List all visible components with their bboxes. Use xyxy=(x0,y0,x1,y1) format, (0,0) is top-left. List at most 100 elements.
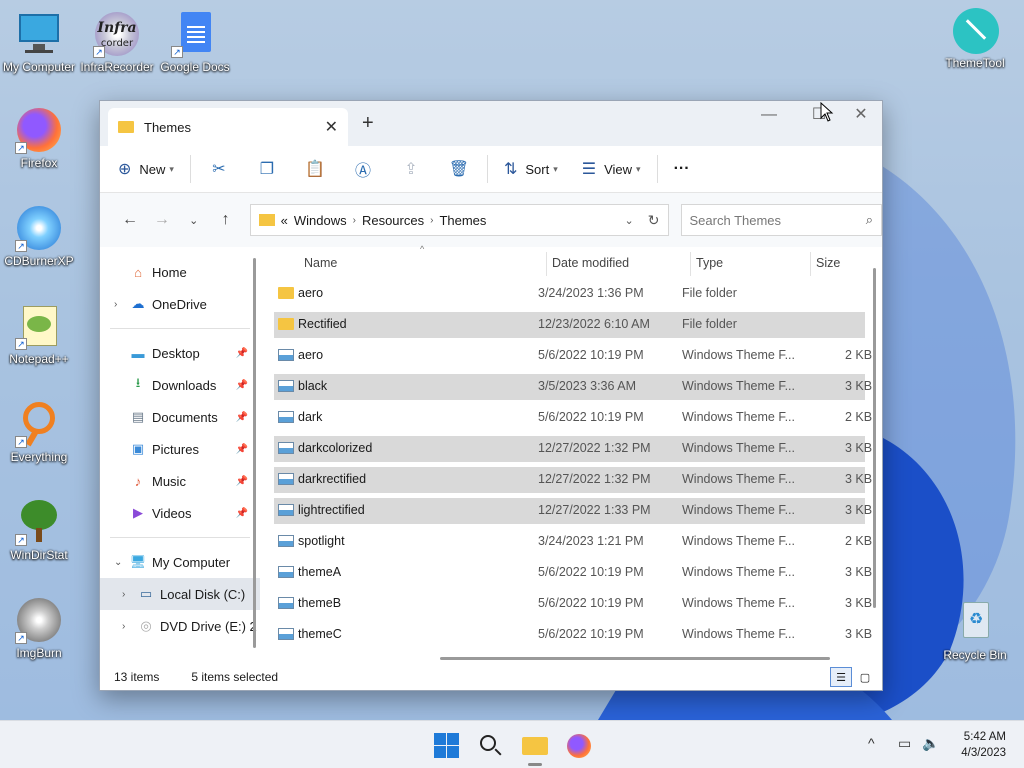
search-box[interactable]: Search Themes ⌕ xyxy=(680,204,882,236)
minimize-button[interactable]: — xyxy=(746,105,792,125)
rename-icon[interactable]: Ⓐ xyxy=(351,157,375,181)
pin-icon[interactable]: 📌 xyxy=(236,348,248,359)
up-arrow-icon[interactable]: ↑ xyxy=(210,211,242,229)
file-explorer-taskbar-icon[interactable] xyxy=(522,733,548,766)
back-arrow-icon[interactable]: ← xyxy=(114,211,146,229)
file-row[interactable]: aero 5/6/2022 10:19 PM Windows Theme F..… xyxy=(274,343,872,369)
pin-icon[interactable]: 📌 xyxy=(236,412,248,423)
sidebar-item-music[interactable]: ♪ Music 📌 xyxy=(100,465,260,497)
new-tab-button[interactable]: + xyxy=(362,112,374,135)
pin-icon[interactable]: 📌 xyxy=(236,444,248,455)
column-divider[interactable] xyxy=(546,252,547,276)
breadcrumb-resources[interactable]: Resources xyxy=(362,213,424,228)
firefox-taskbar-icon[interactable] xyxy=(566,733,592,759)
desktop-icon-everything[interactable]: ↗ Everything xyxy=(0,400,78,464)
sort-button[interactable]: ⇅ Sort ▾ xyxy=(504,159,558,179)
chevron-right-icon[interactable]: › xyxy=(353,215,356,226)
desktop-icon-cdburnerxp[interactable]: ↗ CDBurnerXP xyxy=(0,204,78,268)
breadcrumb-overflow[interactable]: « xyxy=(281,213,288,228)
search-icon[interactable] xyxy=(478,733,504,759)
pin-icon[interactable]: 📌 xyxy=(236,508,248,519)
refresh-icon[interactable]: ↻ xyxy=(648,212,660,229)
file-row[interactable]: themeB 5/6/2022 10:19 PM Windows Theme F… xyxy=(274,591,872,617)
horizontal-scrollbar[interactable] xyxy=(440,657,830,660)
file-type: Windows Theme F... xyxy=(682,565,796,579)
theme-file-icon xyxy=(278,535,294,547)
pin-icon[interactable]: 📌 xyxy=(236,476,248,487)
breadcrumb-themes[interactable]: Themes xyxy=(439,213,486,228)
file-row[interactable]: lightrectified 12/27/2022 1:33 PM Window… xyxy=(274,498,872,524)
view-button[interactable]: ☰ View ▾ xyxy=(582,159,641,179)
sidebar-item-home[interactable]: ⌂ Home xyxy=(100,256,260,288)
forward-arrow-icon[interactable]: → xyxy=(146,211,178,229)
sidebar-item-documents[interactable]: ▤ Documents 📌 xyxy=(100,401,260,433)
chevron-down-icon[interactable]: ⌄ xyxy=(114,557,130,568)
file-row[interactable]: themeA 5/6/2022 10:19 PM Windows Theme F… xyxy=(274,560,872,586)
paste-icon[interactable]: 📋 xyxy=(303,157,327,181)
column-header-type[interactable]: Type xyxy=(696,256,723,270)
file-row[interactable]: Rectified 12/23/2022 6:10 AM File folder xyxy=(274,312,865,338)
desktop-icon-imgburn[interactable]: ↗ ImgBurn xyxy=(0,596,78,660)
sidebar-item-pictures[interactable]: ▣ Pictures 📌 xyxy=(100,433,260,465)
tiles-view-icon[interactable]: ▢ xyxy=(854,667,876,687)
address-history-chevron-icon[interactable]: ⌄ xyxy=(625,214,634,227)
desktop-icon-notepadpp[interactable]: ↗ Notepad++ xyxy=(0,302,78,366)
sidebar-item-desktop[interactable]: ▬ Desktop 📌 xyxy=(100,337,260,369)
file-row[interactable]: dark 5/6/2022 10:19 PM Windows Theme F..… xyxy=(274,405,872,431)
delete-icon[interactable]: 🗑 xyxy=(447,157,471,181)
column-divider[interactable] xyxy=(810,252,811,276)
details-view-icon[interactable]: ☰ xyxy=(830,667,852,687)
column-header-date[interactable]: Date modified xyxy=(552,256,629,270)
share-icon[interactable]: ⇪ xyxy=(399,157,423,181)
chevron-right-icon[interactable]: › xyxy=(114,299,130,310)
sidebar-item-my-computer[interactable]: ⌄ 🖥 My Computer xyxy=(100,546,260,578)
new-button[interactable]: ⊕ New ▾ xyxy=(118,159,174,179)
network-icon[interactable]: ▭ xyxy=(898,735,911,752)
chevron-right-icon[interactable]: › xyxy=(122,589,138,600)
chevron-right-icon[interactable]: › xyxy=(430,215,433,226)
file-name: darkcolorized xyxy=(298,441,373,455)
file-row[interactable]: darkrectified 12/27/2022 1:32 PM Windows… xyxy=(274,467,872,493)
file-row[interactable]: spotlight 3/24/2023 1:21 PM Windows Them… xyxy=(274,529,872,555)
file-row[interactable]: aero 3/24/2023 1:36 PM File folder xyxy=(274,281,865,307)
desktop-icon-google-docs[interactable]: ↗ Google Docs xyxy=(156,10,234,74)
maximize-button[interactable]: ☐ xyxy=(796,105,842,125)
tab-close-icon[interactable]: ✕ xyxy=(325,117,338,137)
tab-themes[interactable]: Themes ✕ xyxy=(108,108,348,146)
file-row[interactable]: darkcolorized 12/27/2022 1:32 PM Windows… xyxy=(274,436,872,462)
close-window-button[interactable]: ✕ xyxy=(838,105,884,125)
recent-chevron-icon[interactable]: ⌄ xyxy=(178,214,210,227)
sidebar-item-onedrive[interactable]: › ☁ OneDrive xyxy=(100,288,260,320)
sidebar-item-dvd-drive[interactable]: › ◎ DVD Drive (E:) 2 xyxy=(100,610,260,642)
desktop-icon-themetool[interactable]: ThemeTool xyxy=(936,6,1014,70)
column-header-size[interactable]: Size xyxy=(816,256,840,270)
system-clock[interactable]: 5:42 AM 4/3/2023 xyxy=(961,729,1006,761)
desktop-icon-windirstat[interactable]: ↗ WinDirStat xyxy=(0,498,78,562)
sidebar-item-downloads[interactable]: ⭳ Downloads 📌 xyxy=(100,369,260,401)
vertical-scrollbar[interactable] xyxy=(873,268,876,608)
pin-icon[interactable]: 📌 xyxy=(236,380,248,391)
volume-icon[interactable]: 🔈 xyxy=(922,735,939,752)
show-hidden-icons-chevron-icon[interactable]: ^ xyxy=(868,735,875,751)
sidebar-item-local-disk[interactable]: › ▭ Local Disk (C:) xyxy=(100,578,260,610)
file-name: spotlight xyxy=(298,534,345,548)
desktop-icon-firefox[interactable]: ↗ Firefox xyxy=(0,106,78,170)
chevron-right-icon[interactable]: › xyxy=(122,621,138,632)
column-divider[interactable] xyxy=(690,252,691,276)
desktop-icon-label: Notepad++ xyxy=(9,352,69,366)
desktop-icon-recycle-bin[interactable]: ♻ Recycle Bin xyxy=(936,598,1014,662)
desktop-icon-infrarecorder[interactable]: Infra corder ↗ InfraRecorder xyxy=(78,10,156,74)
copy-icon[interactable]: ❐ xyxy=(255,157,279,181)
sidebar-item-videos[interactable]: ▶ Videos 📌 xyxy=(100,497,260,529)
cut-icon[interactable]: ✂ xyxy=(207,157,231,181)
shortcut-arrow-icon: ↗ xyxy=(15,240,27,252)
breadcrumb-windows[interactable]: Windows xyxy=(294,213,347,228)
more-options-button[interactable]: ··· xyxy=(674,160,690,178)
desktop-icon-my-computer[interactable]: My Computer xyxy=(0,10,78,74)
start-windows-icon[interactable] xyxy=(434,733,460,759)
column-header-name[interactable]: Name xyxy=(304,256,337,270)
file-row[interactable]: black 3/5/2023 3:36 AM Windows Theme F..… xyxy=(274,374,872,400)
file-row[interactable]: themeC 5/6/2022 10:19 PM Windows Theme F… xyxy=(274,622,872,648)
sidebar-scrollbar[interactable] xyxy=(253,258,256,648)
address-bar[interactable]: « Windows › Resources › Themes ⌄ ↻ xyxy=(249,204,669,236)
